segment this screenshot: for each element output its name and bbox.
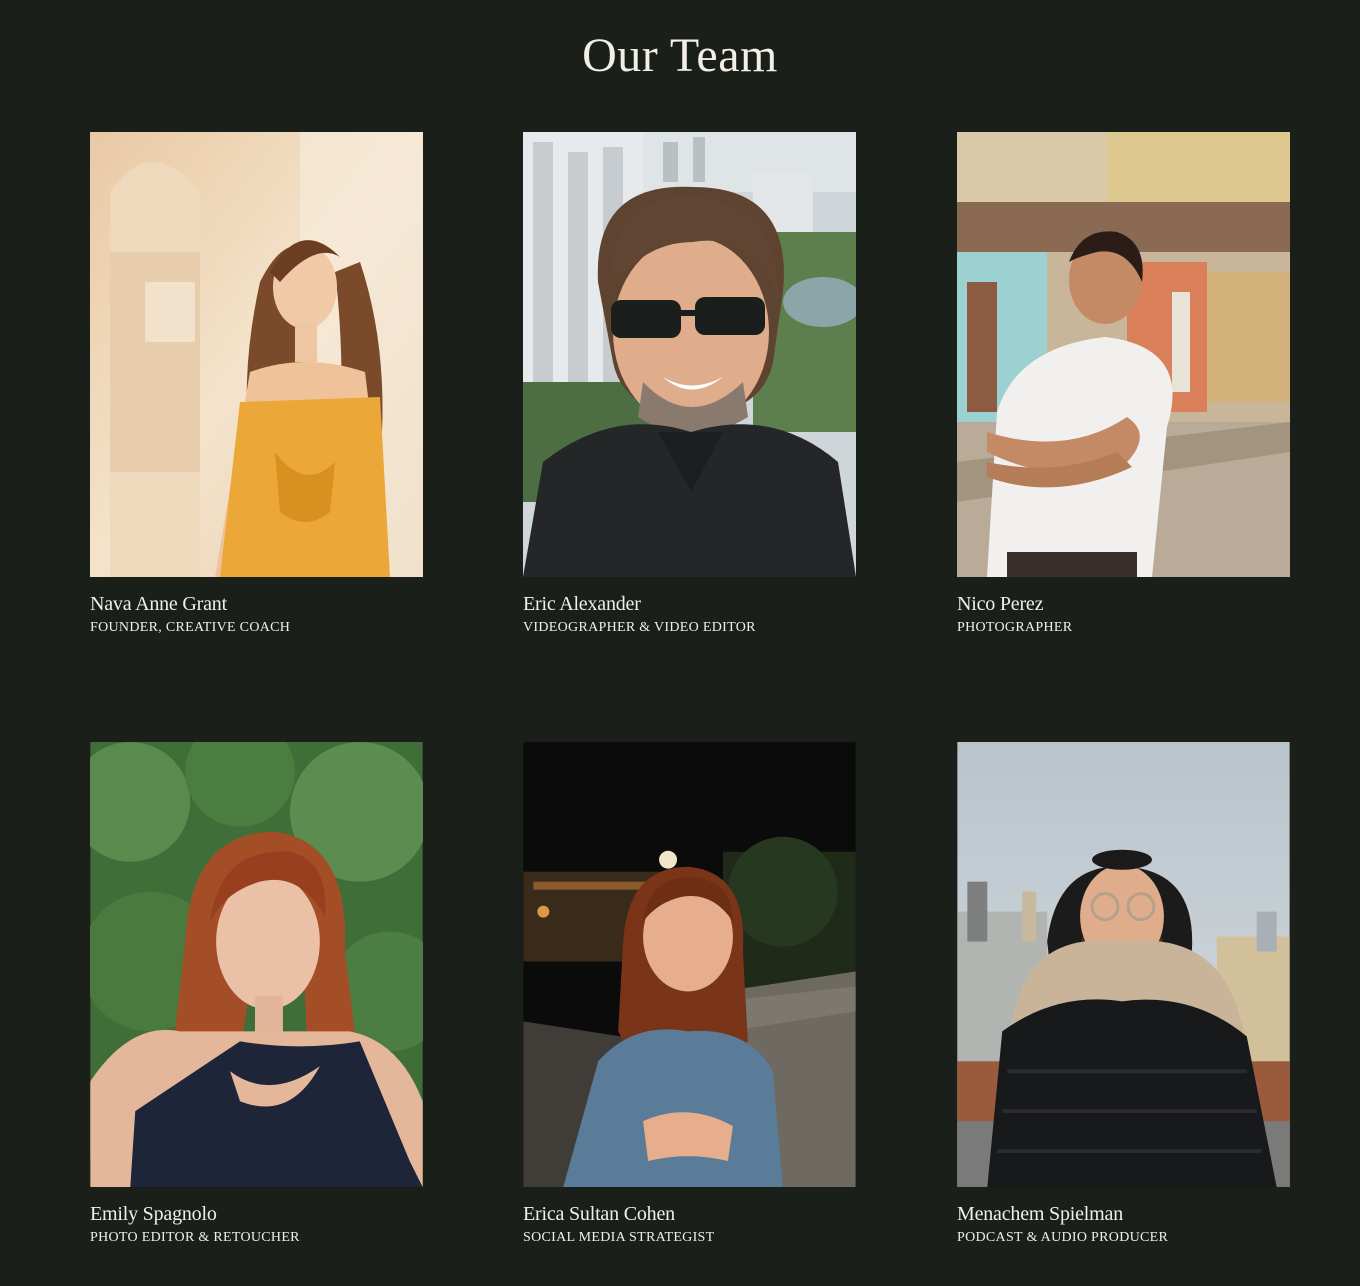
team-member-name[interactable]: Menachem Spielman [957, 1201, 1290, 1227]
team-member-name[interactable]: Nico Perez [957, 591, 1290, 617]
team-member-name[interactable]: Nava Anne Grant [90, 591, 423, 617]
team-member-card: Eric Alexander VIDEOGRAPHER & VIDEO EDIT… [523, 132, 856, 637]
team-member-card: Emily Spagnolo PHOTO EDITOR & RETOUCHER [90, 742, 423, 1247]
team-member-role: FOUNDER, CREATIVE COACH [90, 620, 291, 635]
team-member-card: Nico Perez PHOTOGRAPHER [957, 132, 1290, 637]
page-title: Our Team [582, 29, 778, 82]
team-member-photo[interactable] [957, 132, 1290, 577]
team-member-role: SOCIAL MEDIA STRATEGIST [523, 1230, 715, 1245]
team-member-card: Nava Anne Grant FOUNDER, CREATIVE COACH [90, 132, 423, 637]
team-member-name[interactable]: Eric Alexander [523, 591, 856, 617]
team-member-role: PODCAST & AUDIO PRODUCER [957, 1230, 1169, 1245]
team-member-role: PHOTO EDITOR & RETOUCHER [90, 1230, 300, 1245]
team-member-photo[interactable] [90, 742, 423, 1187]
team-member-card: Erica Sultan Cohen SOCIAL MEDIA STRATEGI… [523, 742, 856, 1247]
team-member-photo[interactable] [523, 132, 856, 577]
team-member-photo[interactable] [90, 132, 423, 577]
team-member-role: VIDEOGRAPHER & VIDEO EDITOR [523, 620, 756, 635]
team-member-role: PHOTOGRAPHER [957, 620, 1073, 635]
team-member-name[interactable]: Erica Sultan Cohen [523, 1201, 856, 1227]
team-member-photo[interactable] [523, 742, 856, 1187]
team-member-card: Menachem Spielman PODCAST & AUDIO PRODUC… [957, 742, 1290, 1247]
team-member-photo[interactable] [957, 742, 1290, 1187]
team-member-name[interactable]: Emily Spagnolo [90, 1201, 423, 1227]
